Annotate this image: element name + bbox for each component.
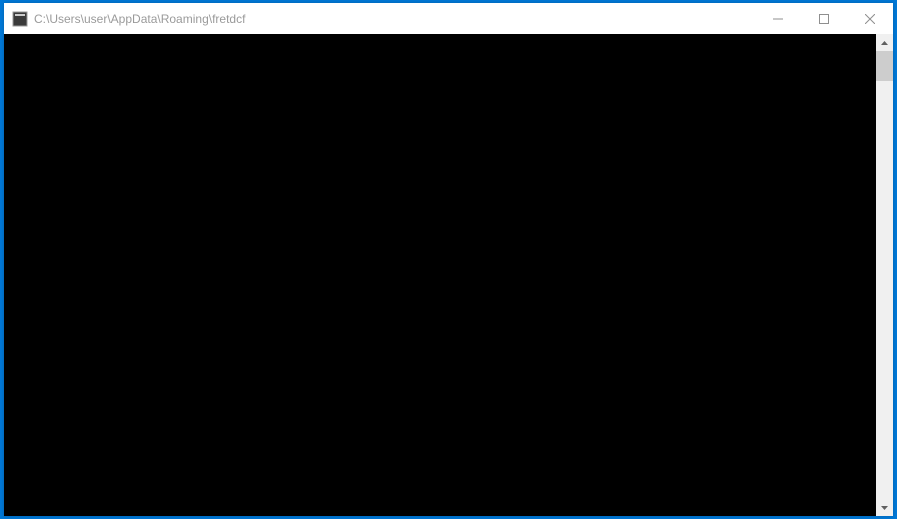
console-output[interactable] <box>4 34 876 516</box>
chevron-up-icon <box>881 41 888 45</box>
close-button[interactable] <box>847 3 893 34</box>
scroll-down-button[interactable] <box>876 499 893 516</box>
maximize-button[interactable] <box>801 3 847 34</box>
close-icon <box>865 14 875 24</box>
minimize-icon <box>773 14 783 24</box>
titlebar[interactable]: C:\Users\user\AppData\Roaming\fretdcf <box>4 3 893 34</box>
maximize-icon <box>819 14 829 24</box>
application-window: C:\Users\user\AppData\Roaming\fretdcf <box>4 3 893 516</box>
scroll-thumb[interactable] <box>876 51 893 81</box>
scroll-track[interactable] <box>876 51 893 499</box>
scroll-up-button[interactable] <box>876 34 893 51</box>
window-title: C:\Users\user\AppData\Roaming\fretdcf <box>34 12 755 26</box>
minimize-button[interactable] <box>755 3 801 34</box>
client-area <box>4 34 893 516</box>
chevron-down-icon <box>881 506 888 510</box>
app-icon <box>12 11 28 27</box>
vertical-scrollbar[interactable] <box>876 34 893 516</box>
window-controls <box>755 3 893 34</box>
